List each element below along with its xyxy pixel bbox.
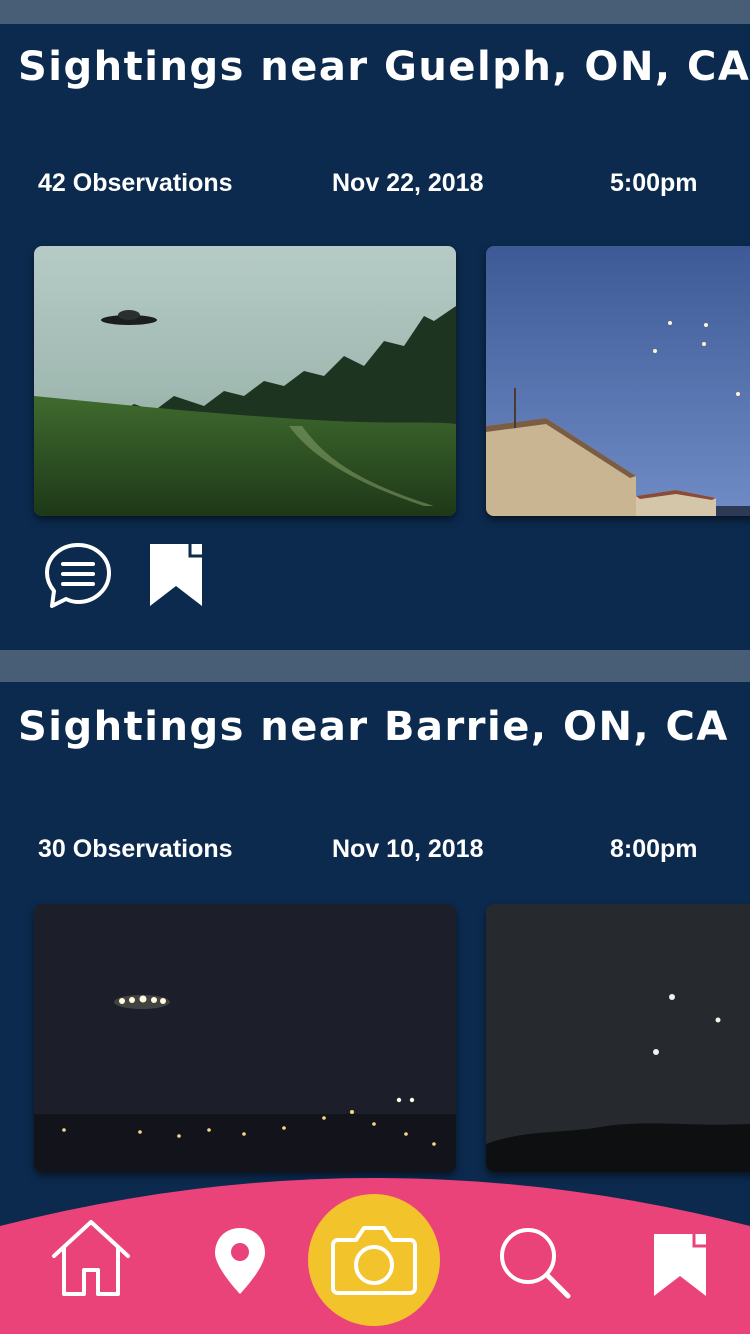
card-title: Sightings near Guelph, ON, CA: [18, 44, 750, 90]
bottom-nav-bar: [0, 1174, 750, 1334]
card-divider: [0, 0, 750, 24]
sighting-photo[interactable]: [486, 904, 750, 1172]
ufo-hill-photo: [34, 246, 456, 516]
sighting-time: 5:00pm: [610, 169, 698, 197]
camera-icon: [331, 1226, 417, 1295]
nav-bookmark-button[interactable]: [650, 1232, 710, 1298]
home-icon: [52, 1220, 130, 1296]
comment-button[interactable]: [42, 540, 114, 612]
camera-button[interactable]: [308, 1194, 440, 1326]
nav-home-button[interactable]: [48, 1216, 134, 1298]
observations-count: 42 Observations: [38, 169, 233, 197]
sighting-date: Nov 22, 2018: [332, 169, 484, 197]
nav-search-button[interactable]: [496, 1224, 572, 1300]
observations-count: 30 Observations: [38, 835, 233, 863]
card-divider: [0, 650, 750, 682]
sighting-photo[interactable]: [486, 246, 750, 516]
search-icon: [500, 1228, 571, 1299]
sighting-photo[interactable]: [34, 904, 456, 1172]
sighting-time: 8:00pm: [610, 835, 698, 863]
night-lights-photo: [486, 904, 750, 1172]
sighting-photo[interactable]: [34, 246, 456, 516]
sighting-card: Sightings near Guelph, ON, CA 42 Observa…: [0, 24, 750, 650]
bookmark-button[interactable]: [146, 542, 206, 608]
card-title: Sightings near Barrie, ON, CA: [18, 704, 729, 750]
lights-building-photo: [486, 246, 750, 516]
bookmark-icon: [150, 544, 202, 606]
sighting-date: Nov 10, 2018: [332, 835, 484, 863]
location-pin-icon: [215, 1228, 265, 1294]
night-city-photo: [34, 904, 456, 1172]
nav-location-button[interactable]: [212, 1226, 268, 1296]
bookmark-icon: [654, 1234, 706, 1296]
comment-icon: [45, 543, 111, 608]
